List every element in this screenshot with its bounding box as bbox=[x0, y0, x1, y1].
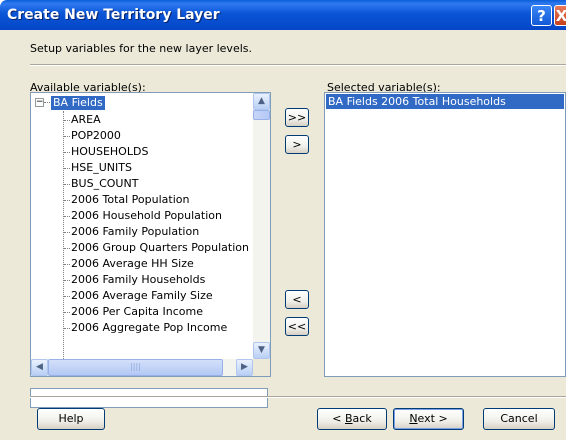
tree-connector bbox=[64, 328, 70, 329]
tree-item[interactable]: 2006 Household Population bbox=[71, 208, 222, 224]
tree-item[interactable]: 2006 Total Population bbox=[71, 192, 189, 208]
tree-item[interactable]: 2006 Per Capita Income bbox=[71, 304, 203, 320]
tree-item[interactable]: 2006 Aggregate Pop Income bbox=[71, 320, 227, 336]
available-variables-tree[interactable]: − BA Fields AREA POP2000 HOUSEHOLDS HSE_UNI… bbox=[30, 92, 271, 377]
tree-viewport: − BA Fields AREA POP2000 HOUSEHOLDS HSE_UNI… bbox=[31, 93, 253, 359]
scroll-left-icon[interactable]: ◀ bbox=[31, 359, 48, 376]
back-hotkey: B bbox=[345, 412, 353, 425]
tree-connector bbox=[44, 102, 50, 103]
tree-item[interactable]: 2006 Family Households bbox=[71, 272, 205, 288]
tree-item[interactable]: HSE_UNITS bbox=[71, 160, 132, 176]
add-all-button[interactable]: >> bbox=[285, 108, 309, 127]
tree-connector bbox=[64, 168, 70, 169]
remove-button[interactable]: < bbox=[285, 290, 309, 309]
tree-connector bbox=[64, 152, 70, 153]
variable-name-field[interactable] bbox=[30, 388, 268, 408]
dialog-body: Setup variables for the new layer levels… bbox=[0, 30, 566, 440]
tree-item[interactable]: AREA bbox=[71, 112, 101, 128]
tree-connector bbox=[64, 184, 70, 185]
help-icon[interactable]: ? bbox=[531, 5, 552, 26]
tree-connector bbox=[64, 312, 70, 313]
tree-connector bbox=[64, 136, 70, 137]
tree-connector bbox=[64, 232, 70, 233]
help-button[interactable]: Help bbox=[37, 408, 105, 430]
tree-item[interactable]: BUS_COUNT bbox=[71, 176, 138, 192]
tree-connector bbox=[64, 280, 70, 281]
tree-connector bbox=[64, 264, 70, 265]
back-prefix: < bbox=[332, 412, 345, 425]
tree-item[interactable]: 2006 Average Family Size bbox=[71, 288, 213, 304]
next-hotkey: N bbox=[409, 412, 418, 425]
tree-connector bbox=[64, 216, 70, 217]
tree-item[interactable]: 2006 Family Population bbox=[71, 224, 199, 240]
tree-connector bbox=[64, 248, 70, 249]
tree-item[interactable]: 2006 Group Quarters Population bbox=[71, 240, 249, 256]
tree-item[interactable]: 2006 Average HH Size bbox=[71, 256, 194, 272]
window-title: Create New Territory Layer bbox=[7, 7, 220, 23]
collapse-icon[interactable]: − bbox=[35, 98, 44, 107]
close-icon[interactable]: X bbox=[554, 5, 566, 26]
tree-connector bbox=[63, 111, 64, 359]
selected-variables-list[interactable]: BA Fields 2006 Total Households bbox=[324, 92, 566, 377]
list-item-selected[interactable]: BA Fields 2006 Total Households bbox=[326, 94, 564, 109]
scroll-right-icon[interactable]: ▶ bbox=[236, 359, 253, 376]
scroll-down-icon[interactable]: ▼ bbox=[253, 342, 270, 359]
available-vertical-scrollbar[interactable]: ▲ ▼ bbox=[253, 93, 270, 359]
horizontal-scroll-thumb[interactable]: |||| bbox=[48, 359, 223, 376]
available-horizontal-scrollbar[interactable]: ◀ |||| ▶ bbox=[31, 359, 253, 376]
tree-connector bbox=[64, 296, 70, 297]
tree-connector bbox=[64, 200, 70, 201]
vertical-scroll-thumb[interactable] bbox=[253, 110, 270, 120]
scrollbar-corner bbox=[253, 359, 270, 376]
header-divider bbox=[30, 64, 566, 66]
next-button[interactable]: Next > bbox=[393, 408, 464, 430]
title-bar: Create New Territory Layer ? X bbox=[0, 0, 566, 30]
cancel-button[interactable]: Cancel bbox=[483, 408, 555, 430]
tree-connector bbox=[64, 120, 70, 121]
instructions-text: Setup variables for the new layer levels… bbox=[30, 42, 252, 55]
next-rest: ext > bbox=[417, 412, 448, 425]
scroll-up-icon[interactable]: ▲ bbox=[253, 93, 270, 110]
remove-all-button[interactable]: << bbox=[285, 317, 309, 336]
add-button[interactable]: > bbox=[285, 135, 309, 154]
footer-divider bbox=[30, 396, 566, 398]
back-rest: ack bbox=[352, 412, 372, 425]
back-button[interactable]: < Back bbox=[317, 408, 387, 430]
tree-root-ba-fields[interactable]: BA Fields bbox=[51, 96, 105, 110]
tree-item[interactable]: HOUSEHOLDS bbox=[71, 144, 148, 160]
tree-item[interactable]: POP2000 bbox=[71, 128, 121, 144]
